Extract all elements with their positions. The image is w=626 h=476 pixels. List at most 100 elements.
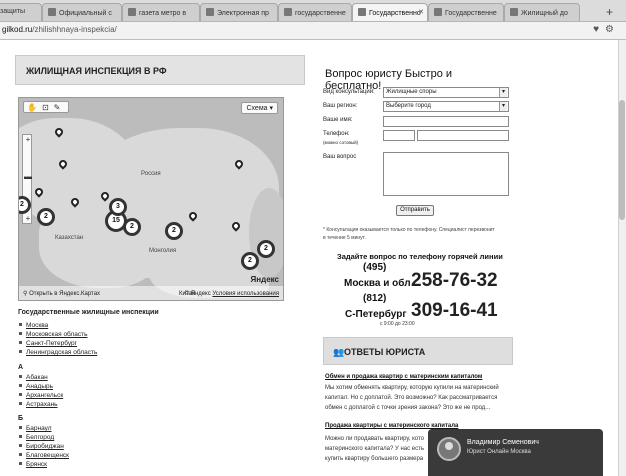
map-cluster[interactable]: 2 (123, 218, 141, 236)
phone-number-input[interactable] (417, 130, 509, 141)
zoom-out-icon[interactable]: + (24, 215, 32, 223)
ruler-icon[interactable]: ⊡ (42, 103, 54, 112)
inspection-header: ЖИЛИЩНАЯ ИНСПЕКЦИЯ В РФ (15, 55, 305, 85)
consultation-type-select[interactable]: Жилищные споры ▾ (383, 87, 509, 98)
map-scheme-dropdown[interactable]: Схема ▾ (241, 102, 278, 114)
phone-code-input[interactable] (383, 130, 415, 141)
city-link[interactable]: Астрахань (26, 401, 58, 408)
terms-link[interactable]: Условия использования (212, 291, 279, 297)
chat-lawyer-name: Владимир Семенович (467, 439, 539, 446)
list-item: Барнаул (26, 424, 69, 433)
browser-tab[interactable]: Государственне (428, 3, 504, 21)
browser-tab[interactable]: Электронная пр (200, 3, 278, 21)
list-item: Астрахань (26, 400, 63, 409)
spb-label: С-Петербург (345, 309, 407, 320)
question-textarea[interactable] (383, 152, 509, 196)
browser-tab[interactable]: Официальный с (42, 3, 122, 21)
map-cluster[interactable]: 2 (165, 222, 183, 240)
name-input[interactable] (383, 116, 509, 127)
yandex-map[interactable]: ✋⊡✎ Схема ▾ + ▬ + Россия Казахстан Монго… (18, 97, 284, 301)
region-select[interactable]: Выберите город ▾ (383, 101, 509, 112)
moscow-phone[interactable]: 258-76-32 (411, 270, 498, 292)
list-item: Благовещенск (26, 451, 69, 460)
map-cluster[interactable]: 2 (257, 240, 275, 258)
question-link[interactable]: Обмен и продажа квартир с материнским ка… (325, 374, 482, 380)
city-link[interactable]: Московская область (26, 331, 88, 338)
chevron-down-icon: ▾ (499, 102, 507, 111)
zoom-slider-handle[interactable]: ▬ (24, 173, 32, 181)
city-link[interactable]: Анадырь (26, 383, 53, 390)
question-label: Ваш вопрос (323, 154, 357, 160)
lawyer-answers-title: ОТВЕТЫ ЮРИСТА (344, 347, 426, 357)
url-text[interactable]: gilkod.ru/zhilishhnaya-inspekcia/ (2, 25, 117, 34)
settings-gear-icon[interactable]: ⚙ (605, 24, 620, 35)
new-tab-button[interactable]: + (606, 5, 613, 19)
browser-tab-active[interactable]: Государственно ✕ (352, 3, 428, 21)
map-cluster[interactable]: 3 (109, 198, 127, 216)
question-excerpt: Мы хотим обменять квартиру, которую купи… (325, 385, 499, 411)
site-favicon-icon (206, 8, 214, 16)
city-link[interactable]: Абакан (26, 374, 48, 381)
list-item: Брянск (26, 460, 69, 469)
city-link[interactable]: Биробиджан (26, 443, 64, 450)
list-item: Московская область (26, 330, 97, 339)
open-in-yandex-link[interactable]: ⚲ Открыть в Яндекс.Картах (23, 290, 100, 297)
city-link[interactable]: Санкт-Петербург (26, 340, 77, 347)
site-favicon-icon (48, 8, 56, 16)
inspection-title: ЖИЛИЩНАЯ ИНСПЕКЦИЯ В РФ (26, 66, 167, 76)
yandex-logo: Яндекс (250, 275, 279, 284)
list-item: Биробиджан (26, 442, 69, 451)
city-link[interactable]: Белгород (26, 434, 54, 441)
list-item: Санкт-Петербург (26, 339, 97, 348)
city-link[interactable]: Москва (26, 322, 48, 329)
city-link[interactable]: Ленинградская область (26, 349, 97, 356)
map-cluster[interactable]: 2 (241, 252, 259, 270)
avatar (437, 437, 461, 461)
city-link[interactable]: Благовещенск (26, 452, 69, 459)
phone-hint: (можно сотовый) (323, 140, 359, 145)
list-item: Анадырь (26, 382, 63, 391)
consultation-type-label: Вид консультации: (323, 89, 375, 95)
hand-drag-icon[interactable]: ✋ (27, 103, 42, 112)
close-tab-icon[interactable]: ✕ (418, 8, 424, 16)
site-favicon-icon (284, 8, 292, 16)
people-icon: 👥 (333, 347, 345, 357)
city-link[interactable]: Архангельск (26, 392, 63, 399)
submit-button[interactable]: Отправить (396, 205, 434, 216)
chevron-down-icon: ▾ (269, 105, 273, 112)
chat-lawyer-role: Юрист Онлайн Москва (467, 449, 531, 455)
zoom-in-icon[interactable]: + (24, 136, 32, 144)
city-link[interactable]: Брянск (26, 461, 47, 468)
moscow-label: Москва и обл (344, 278, 411, 289)
site-favicon-icon (510, 8, 518, 16)
browser-tab[interactable]: Жилищный до (504, 3, 580, 21)
spb-phone[interactable]: 309-16-41 (411, 300, 498, 322)
question-excerpt: Можно ли продавать квартиру, кото матери… (325, 436, 424, 462)
pencil-icon[interactable]: ✎ (54, 103, 66, 112)
city-list-top: Москва Московская область Санкт-Петербур… (26, 321, 97, 357)
city-link[interactable]: Барнаул (26, 425, 52, 432)
letter-heading: А (18, 364, 24, 371)
city-list-a: Абакан Анадырь Архангельск Астрахань (26, 373, 63, 409)
browser-tab[interactable]: газета метро в (122, 3, 200, 21)
map-toolbar[interactable]: ✋⊡✎ (23, 101, 69, 113)
map-land (39, 208, 159, 288)
name-label: Ваше имя: (323, 117, 353, 123)
phone-label: Телефон: (323, 131, 350, 137)
spb-code: (812) (363, 293, 387, 304)
map-cluster[interactable]: 2 (37, 208, 55, 226)
bookmark-heart-icon[interactable]: ♥ (593, 24, 605, 35)
map-label-russia: Россия (141, 171, 161, 177)
site-favicon-icon (358, 8, 366, 16)
list-item: Ленинградская область (26, 348, 97, 357)
browser-tab[interactable]: государственне (278, 3, 352, 21)
map-label-kazakhstan: Казахстан (55, 235, 84, 241)
map-label-mongolia: Монголия (149, 248, 177, 254)
online-chat-widget[interactable]: Владимир Семенович Юрист Онлайн Москва (428, 429, 603, 476)
page-scrollbar[interactable] (618, 40, 626, 476)
map-footer: ⚲ Открыть в Яндекс.Картах Китай © Яндекс… (19, 286, 283, 300)
scrollbar-thumb[interactable] (619, 100, 625, 220)
address-bar[interactable]: gilkod.ru/zhilishhnaya-inspekcia/ ♥⚙ (0, 22, 626, 40)
browser-tab[interactable]: защиты (0, 3, 42, 21)
list-item: Абакан (26, 373, 63, 382)
